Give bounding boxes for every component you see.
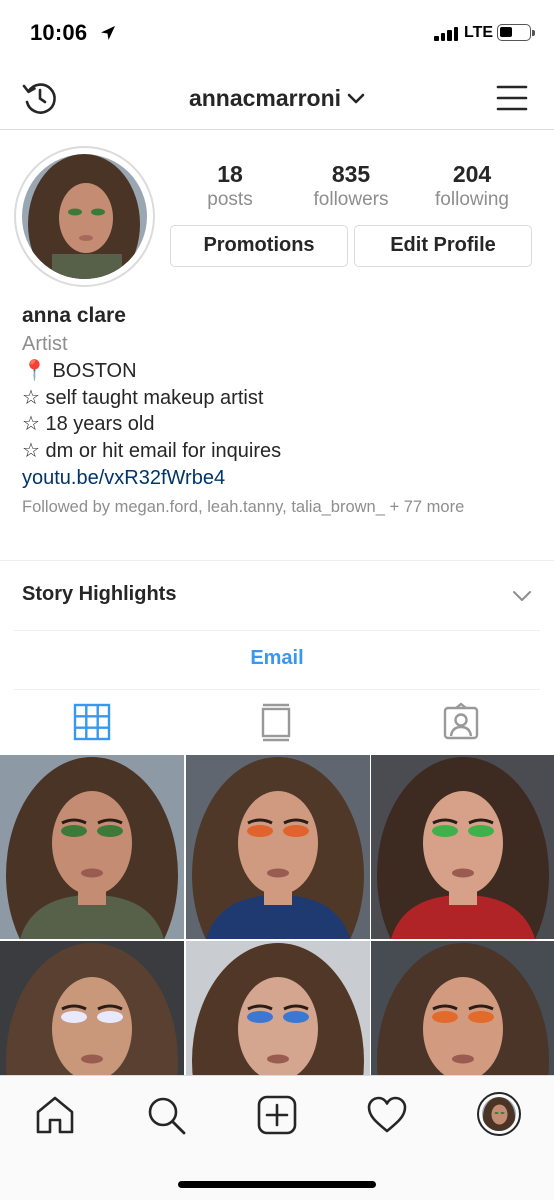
- bio-line: ☆ 18 years old: [22, 413, 155, 435]
- profile-name: anna clare: [22, 304, 126, 327]
- stat-following-value: 204: [452, 161, 492, 187]
- profile-avatar[interactable]: [477, 1092, 521, 1136]
- avatar-image: [22, 154, 147, 279]
- profile-stats: 18 posts 835 followers 204 following: [170, 160, 532, 220]
- post-thumbnail[interactable]: [371, 755, 554, 939]
- location-arrow-icon: [101, 26, 115, 40]
- activity-icon[interactable]: [366, 1094, 408, 1136]
- followed-by-text[interactable]: Followed by megan.ford, leah.tanny, tali…: [22, 497, 532, 518]
- username-title: annacmarroni: [188, 85, 342, 111]
- bio-line: ☆ self taught makeup artist: [22, 386, 264, 409]
- post-thumbnail[interactable]: [185, 755, 370, 939]
- divider: [0, 560, 554, 561]
- edit-profile-button[interactable]: Edit Profile: [354, 225, 532, 267]
- stat-posts-value: 18: [217, 161, 243, 187]
- avatar[interactable]: [22, 154, 147, 279]
- chevron-down-icon: [347, 93, 365, 103]
- divider: [14, 630, 540, 631]
- new-post-icon[interactable]: [256, 1094, 298, 1136]
- tagged-icon[interactable]: [441, 702, 481, 742]
- stat-posts-label: posts: [207, 189, 253, 210]
- profile-bio: anna clare Artist 📍 BOSTON ☆ self taught…: [22, 302, 532, 518]
- stat-following-label: following: [435, 189, 509, 210]
- network-label: LTE: [464, 24, 494, 41]
- grid-icon[interactable]: [72, 702, 112, 742]
- battery-icon: [497, 24, 535, 41]
- bio-line: ☆ dm or hit email for inquires: [22, 439, 282, 462]
- stat-followers[interactable]: 835 followers: [291, 160, 411, 212]
- chevron-down-icon[interactable]: [512, 590, 532, 602]
- stat-followers-label: followers: [313, 189, 389, 210]
- feed-icon[interactable]: [256, 702, 296, 742]
- post-thumbnail[interactable]: [0, 755, 184, 939]
- menu-icon[interactable]: [496, 82, 528, 114]
- divider: [14, 689, 540, 690]
- bio-link[interactable]: youtu.be/vxR32fWrbe4: [22, 464, 532, 492]
- bio-line: 📍 BOSTON: [22, 360, 137, 382]
- profile-category: Artist: [22, 333, 68, 355]
- stat-followers-value: 835: [331, 161, 371, 187]
- status-time: 10:06: [30, 20, 88, 45]
- home-icon[interactable]: [34, 1094, 76, 1136]
- email-button[interactable]: Email: [0, 647, 554, 670]
- profile-avatar-image: [482, 1097, 516, 1131]
- profile-header: annacmarroni: [0, 66, 554, 130]
- signal-icon: [434, 25, 460, 41]
- promotions-button[interactable]: Promotions: [170, 225, 348, 267]
- story-highlights-label[interactable]: Story Highlights: [22, 583, 176, 606]
- stat-following[interactable]: 204 following: [412, 160, 532, 212]
- username-switcher[interactable]: annacmarroni: [0, 85, 554, 112]
- status-bar: 10:06 LTE: [0, 0, 554, 66]
- search-icon[interactable]: [145, 1094, 187, 1136]
- home-indicator[interactable]: [178, 1181, 376, 1188]
- stat-posts[interactable]: 18 posts: [170, 160, 290, 212]
